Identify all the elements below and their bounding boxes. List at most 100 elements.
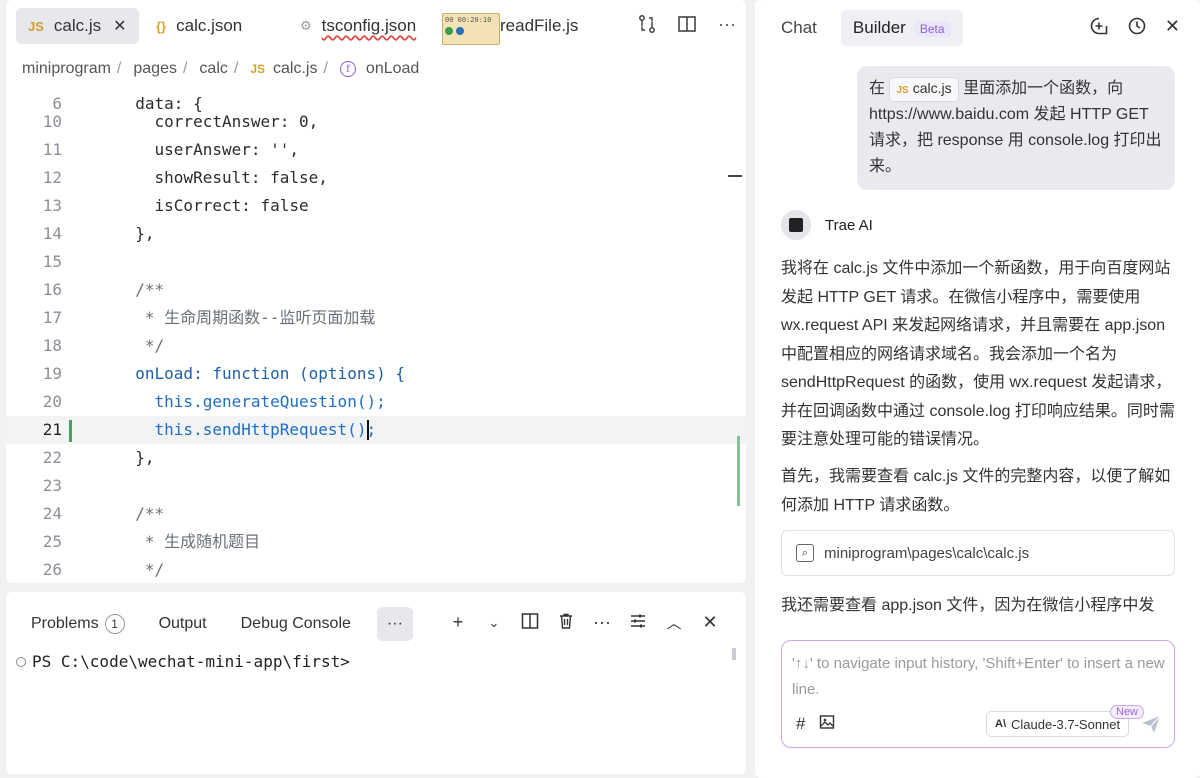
text-caret: [367, 420, 369, 440]
thumbnail-dots: [445, 27, 497, 35]
chevron-up-icon[interactable]: ︿: [664, 612, 684, 635]
breadcrumb-item[interactable]: calc: [199, 60, 227, 78]
beta-badge: Beta: [913, 21, 951, 37]
scrollbar-position-marker: [728, 175, 742, 177]
line-number: 25: [42, 532, 62, 551]
code-line: 23: [6, 472, 746, 500]
anthropic-logo-icon: A\: [995, 718, 1006, 730]
tab-label: Output: [158, 615, 207, 632]
line-number: 14: [42, 224, 62, 243]
trae-logo-icon: [781, 210, 811, 240]
code-line: 13 isCorrect: false: [6, 192, 746, 220]
more-icon[interactable]: ···: [716, 12, 738, 36]
code-text: * 生命周期函数--监听页面加载: [116, 308, 376, 327]
line-number: 19: [42, 364, 62, 383]
breadcrumb-item[interactable]: calc.js: [273, 60, 317, 78]
breadcrumb-item[interactable]: miniprogram: [22, 60, 111, 78]
tab-debug-console[interactable]: Debug Console: [241, 615, 351, 633]
code-line: 12 showResult: false,: [6, 164, 746, 192]
line-number: 21: [42, 420, 62, 439]
chat-input-box: # A\ Claude-3.7-Sonnet New: [781, 640, 1175, 748]
trash-icon[interactable]: [556, 612, 576, 635]
tab-calc-js[interactable]: JS calc.js ✕: [16, 8, 139, 44]
code-text: userAnswer: '',: [116, 140, 300, 159]
terminal-scrollbar[interactable]: [732, 648, 736, 660]
terminal-actions: + ⌄ ··· ︿ ✕: [448, 612, 720, 635]
tab-label: readFile.js: [500, 16, 579, 35]
breadcrumb-separator: /: [233, 60, 239, 77]
more-icon[interactable]: ···: [592, 612, 612, 635]
chat-mode-tabs: Chat Builder Beta: [769, 10, 963, 46]
close-icon[interactable]: ✕: [700, 612, 720, 635]
code-line: 20 this.generateQuestion();: [6, 388, 746, 416]
tab-readfile-js[interactable]: readFile.js: [500, 8, 578, 44]
code-text: */: [116, 336, 165, 355]
code-line: 10 correctAnswer: 0,: [6, 108, 746, 136]
sliders-icon[interactable]: [628, 612, 648, 635]
panel-tabs: Problems 1 Output Debug Console ···: [31, 607, 413, 641]
tab-chat[interactable]: Chat: [769, 10, 829, 46]
user-message-prefix: 在: [869, 80, 886, 97]
history-icon[interactable]: [1127, 16, 1147, 41]
code-text: isCorrect: false: [116, 196, 309, 215]
chevron-down-icon[interactable]: ⌄: [484, 612, 504, 635]
model-name: Claude-3.7-Sonnet: [1011, 716, 1121, 732]
code-text: this.sendHttpRequest();: [116, 420, 377, 439]
chat-actions: ✕: [1089, 16, 1180, 41]
new-chat-icon[interactable]: [1089, 16, 1109, 41]
split-editor-icon[interactable]: [676, 12, 698, 36]
code-line: 17 * 生命周期函数--监听页面加载: [6, 304, 746, 332]
tab-problems[interactable]: Problems 1: [31, 614, 125, 634]
search-file-icon: ⌕: [796, 544, 814, 562]
breadcrumb-item[interactable]: onLoad: [366, 60, 419, 78]
code-text: /**: [116, 504, 165, 523]
send-icon[interactable]: [1138, 711, 1164, 737]
tab-label: calc.json: [176, 16, 243, 35]
line-number: 17: [42, 308, 62, 327]
close-icon[interactable]: ✕: [113, 16, 126, 36]
scrollbar-change-marker: [737, 436, 740, 506]
chat-input[interactable]: [792, 651, 1166, 707]
tab-builder[interactable]: Builder Beta: [840, 10, 963, 46]
model-selector[interactable]: A\ Claude-3.7-Sonnet: [986, 711, 1130, 737]
ai-header: Trae AI: [781, 210, 873, 240]
user-message-bubble: 在 JS calc.js 里面添加一个函数，向 https://www.baidu…: [857, 66, 1175, 190]
tab-output[interactable]: Output: [159, 615, 207, 633]
line-number: 18: [42, 336, 62, 355]
add-terminal-icon[interactable]: +: [448, 612, 468, 635]
ai-message-paragraph: 首先，我需要查看 calc.js 文件的完整内容，以便了解如何添加 HTTP 请…: [781, 468, 1171, 514]
app-root: JS calc.js ✕ {} calc.json ⚙ tsconfig.jso…: [0, 0, 1200, 778]
split-terminal-icon[interactable]: [520, 612, 540, 635]
code-text: },: [116, 224, 155, 243]
status-circle-icon: [16, 657, 26, 667]
close-icon[interactable]: ✕: [1165, 16, 1180, 41]
code-line: 24 /**: [6, 500, 746, 528]
line-number: 11: [42, 140, 62, 159]
more-tabs-button[interactable]: ···: [376, 607, 413, 641]
line-number: 13: [42, 196, 62, 215]
file-reference-chip[interactable]: JS calc.js: [889, 77, 959, 102]
code-line: 19 onLoad: function (options) {: [6, 360, 746, 388]
code-area[interactable]: 6 data: { 10 correctAnswer: 0, 11 userAn…: [6, 90, 746, 583]
file-reference-card[interactable]: ⌕ miniprogram\pages\calc\calc.js: [781, 530, 1175, 576]
line-number: 23: [42, 476, 62, 495]
tab-calc-json[interactable]: {} calc.json: [156, 8, 242, 44]
breadcrumb-item[interactable]: pages: [133, 60, 177, 78]
line-number: 20: [42, 392, 62, 411]
line-number: 26: [42, 560, 62, 579]
editor-actions: ···: [636, 12, 738, 36]
breadcrumb-separator: /: [116, 60, 122, 77]
terminal-prompt[interactable]: PS C:\code\wechat-mini-app\first>: [16, 652, 350, 671]
tab-tsconfig-json[interactable]: ⚙ tsconfig.json: [300, 8, 416, 44]
code-line: 14 },: [6, 220, 746, 248]
code-text: showResult: false,: [116, 168, 328, 187]
code-line: 25 * 生成随机题目: [6, 528, 746, 556]
input-tools: #: [796, 714, 835, 735]
code-line: 15: [6, 248, 746, 276]
hash-context-icon[interactable]: #: [796, 714, 805, 735]
line-number: 12: [42, 168, 62, 187]
image-upload-icon[interactable]: [819, 714, 835, 735]
code-line-current: 21 this.sendHttpRequest();: [6, 416, 746, 444]
ai-message-paragraph: 我还需要查看 app.json 文件，因为在微信小程序中发: [781, 597, 1155, 614]
compare-changes-icon[interactable]: [636, 12, 658, 36]
